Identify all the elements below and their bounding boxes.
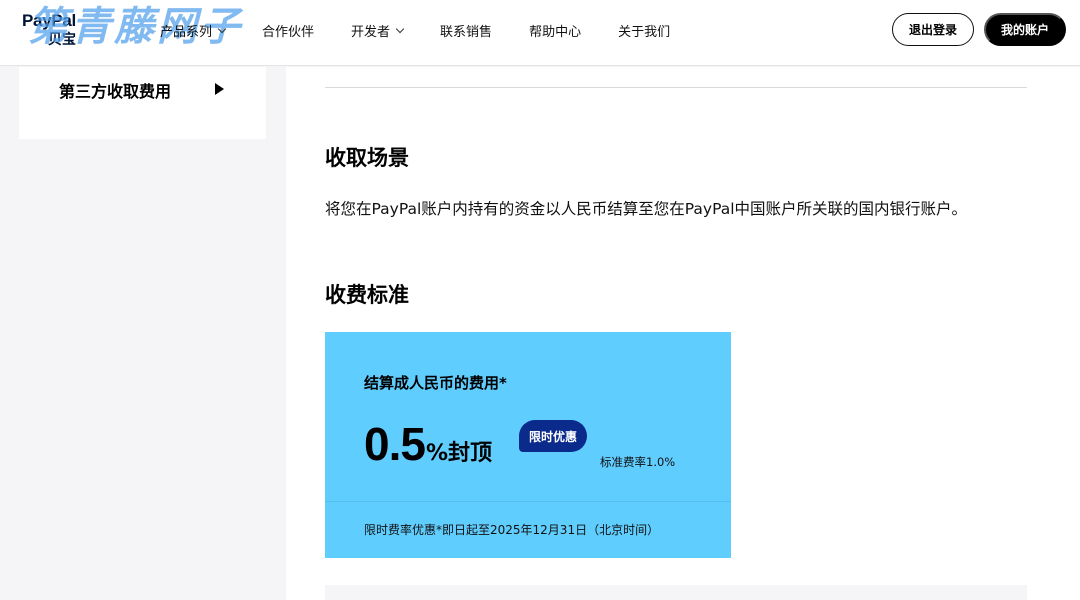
nav-label: 联系销售 <box>440 24 493 40</box>
fee-standard-heading: 收费标准 <box>325 283 409 307</box>
fee-rate-suffix: %封顶 <box>425 441 492 466</box>
card-divider <box>325 501 731 502</box>
my-account-button[interactable]: 我的账户 <box>984 13 1066 46</box>
fee-promo-note: 限时费率优惠*即日起至2025年12月31日（北京时间） <box>364 523 660 537</box>
logo-text: PayPal <box>22 11 76 30</box>
scene-description: 将您在PayPal账户内持有的资金以人民币结算至您在PayPal中国账户所关联的… <box>325 200 968 218</box>
sidebar: 第三方收取费用 <box>19 67 266 139</box>
scene-heading: 收取场景 <box>325 146 409 170</box>
main-nav: 产品系列 合作伙伴 开发者 联系销售 帮助中心 关于我们 <box>160 0 707 60</box>
nav-item-products[interactable]: 产品系列 <box>160 0 227 60</box>
fee-card-title: 结算成人民币的费用* <box>364 374 507 392</box>
nav-label: 帮助中心 <box>529 24 582 40</box>
nav-label: 关于我们 <box>618 24 671 40</box>
paypal-logo[interactable]: PayPal 贝宝 <box>22 11 92 49</box>
chevron-down-icon <box>217 24 227 33</box>
fee-rate: 0.5 %封顶 <box>364 417 492 471</box>
standard-rate-text: 标准费率1.0% <box>600 455 676 469</box>
chevron-down-icon <box>395 24 405 33</box>
logo-sub-text: 贝宝 <box>48 32 76 48</box>
fee-rate-value: 0.5 <box>364 418 426 470</box>
nav-item-help-center[interactable]: 帮助中心 <box>529 0 581 60</box>
nav-label: 产品系列 <box>160 24 213 40</box>
sidebar-item-label: 第三方收取费用 <box>59 82 172 101</box>
nav-label: 开发者 <box>351 24 391 40</box>
play-arrow-icon <box>215 83 224 95</box>
nav-item-contact-sales[interactable]: 联系销售 <box>440 0 492 60</box>
nav-item-developers[interactable]: 开发者 <box>351 0 405 60</box>
nav-label: 合作伙伴 <box>262 24 315 40</box>
main-content: 收取场景 将您在PayPal账户内持有的资金以人民币结算至您在PayPal中国账… <box>286 67 1080 600</box>
fee-card: 结算成人民币的费用* 0.5 %封顶 限时优惠 标准费率1.0% 限时费率优惠*… <box>325 332 731 558</box>
nav-item-about-us[interactable]: 关于我们 <box>618 0 670 60</box>
next-section-block <box>325 585 1027 600</box>
promo-badge: 限时优惠 <box>519 420 587 452</box>
section-divider <box>325 87 1027 88</box>
nav-item-partners[interactable]: 合作伙伴 <box>262 0 314 60</box>
top-header: PayPal 贝宝 第青藤网子 产品系列 合作伙伴 开发者 联系销售 帮助中心 … <box>0 0 1080 66</box>
logout-button[interactable]: 退出登录 <box>892 13 974 46</box>
